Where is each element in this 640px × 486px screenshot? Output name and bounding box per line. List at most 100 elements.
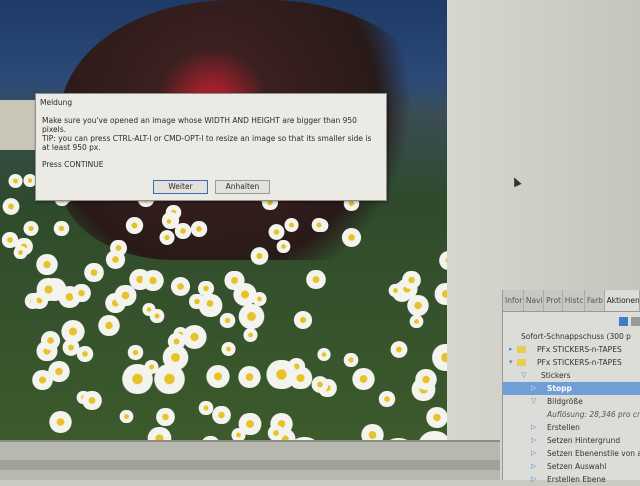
daisy-flower: [414, 430, 447, 440]
daisy-flower: [275, 239, 292, 254]
daisy-flower: [248, 247, 271, 265]
continue-button[interactable]: Weiter: [153, 180, 208, 194]
daisy-flower: [413, 368, 440, 390]
daisy-flower: [408, 315, 425, 329]
expanded-arrow-icon[interactable]: ▾: [509, 356, 513, 369]
daisy-flower: [125, 344, 145, 361]
daisy-flower: [139, 269, 166, 291]
action-step[interactable]: ▷ Erstellen: [503, 421, 640, 434]
action-set[interactable]: ▾ PFx STICKERS-n-TAPES: [503, 356, 640, 369]
daisy-flower: [429, 344, 447, 372]
daisy-flower: [173, 222, 193, 239]
daisy-flower: [123, 216, 146, 234]
daisy-flower: [159, 344, 191, 370]
daisy-flower: [235, 365, 264, 388]
tab-histogram[interactable]: Histc: [563, 290, 585, 311]
daisy-flower: [21, 220, 41, 236]
daisy-flower: [230, 283, 260, 307]
action-label: Sofort-Schnappschuss (300 p: [521, 332, 631, 341]
photo-image: [0, 0, 447, 440]
daisy-flower: [436, 250, 447, 271]
daisy-flower: [349, 367, 378, 390]
step-label: Bildgröße: [547, 397, 583, 406]
action-item[interactable]: Sofort-Schnappschuss (300 p: [503, 330, 640, 343]
collapsed-arrow-icon[interactable]: ▷: [531, 421, 536, 434]
step-detail: Auflösung: 28,346 pro cm: [503, 408, 640, 421]
daisy-flower: [153, 407, 177, 426]
daisy-flower: [58, 319, 88, 343]
daisy-flower: [108, 239, 130, 257]
daisy-flower: [96, 315, 123, 336]
action-set-label: PFx STICKERS-n-TAPES: [537, 345, 622, 354]
step-detail-label: Auflösung: 28,346 pro cm: [547, 410, 640, 419]
step-label: Setzen Hintergrund: [547, 436, 621, 445]
daisy-flower: [168, 277, 192, 296]
daisy-flower: [112, 284, 140, 307]
panel-menu-icon[interactable]: [631, 317, 640, 326]
collapsed-arrow-icon[interactable]: ▷: [531, 382, 536, 395]
daisy-flower: [358, 424, 387, 440]
horizontal-scrollbar[interactable]: [0, 460, 500, 470]
daisy-flower: [145, 427, 174, 440]
step-label: Setzen Ebenenstile von akt: [547, 449, 640, 458]
action-set[interactable]: ▸ PFx STICKERS-n-TAPES: [503, 343, 640, 356]
actions-panel: Infor Navi Prot Histc Farb Aktionen Sofo…: [502, 290, 640, 484]
daisy-flower: [140, 303, 158, 317]
stop-button[interactable]: Anhalten: [215, 180, 270, 194]
tab-actions[interactable]: Aktionen: [604, 290, 640, 311]
daisy-flower: [1, 198, 22, 215]
photo-wall: [0, 100, 40, 150]
panel-toolbar: [503, 312, 640, 330]
daisy-flower: [33, 277, 63, 301]
daisy-flower: [82, 262, 106, 282]
daisy-flower: [217, 312, 237, 328]
dialog-title: Meldung: [40, 98, 73, 107]
daisy-flower: [423, 407, 447, 429]
daisy-flower: [342, 353, 361, 368]
tab-protocol[interactable]: Prot: [544, 290, 563, 311]
daisy-flower: [75, 346, 96, 363]
daisy-flower: [12, 245, 29, 260]
daisy-flower: [157, 230, 177, 245]
action-step[interactable]: ▽ Bildgröße: [503, 395, 640, 408]
collapsed-arrow-icon[interactable]: ▷: [531, 460, 536, 473]
dialog-message: Make sure you've opened an image whose W…: [42, 116, 357, 134]
tab-navigator[interactable]: Navi: [524, 290, 545, 311]
daisy-flower: [241, 328, 259, 342]
collapsed-arrow-icon[interactable]: ▸: [509, 343, 513, 356]
expanded-arrow-icon[interactable]: ▽: [521, 369, 526, 382]
daisy-flower: [69, 284, 93, 303]
bottom-scroll-area: [0, 440, 500, 480]
daisy-flower: [118, 409, 135, 424]
tab-color[interactable]: Farb: [585, 290, 605, 311]
action-item[interactable]: ▽ Stickers: [503, 369, 640, 382]
stop-record-icon[interactable]: [619, 317, 628, 326]
step-label: Erstellen: [547, 423, 580, 432]
collapsed-arrow-icon[interactable]: ▷: [531, 434, 536, 447]
step-label: Stopp: [547, 384, 572, 393]
panel-tabs: Infor Navi Prot Histc Farb Aktionen: [503, 290, 640, 312]
tab-info[interactable]: Infor: [503, 290, 524, 311]
daisy-flower: [29, 369, 55, 390]
daisy-flower: [161, 214, 178, 228]
message-dialog: Meldung Make sure you've opened an image…: [35, 93, 387, 201]
daisy-flower: [52, 221, 71, 236]
daisy-flower: [236, 304, 268, 330]
dialog-tip: TIP: you can press CTRL-ALT-I or CMD-OPT…: [42, 134, 372, 152]
daisy-flower: [46, 411, 74, 433]
action-step-selected[interactable]: ▷ Stopp: [503, 382, 640, 395]
daisy-flower: [203, 365, 233, 388]
daisy-flower: [266, 425, 287, 440]
action-step[interactable]: ▷ Setzen Auswahl: [503, 460, 640, 473]
daisy-flower: [143, 360, 160, 374]
collapsed-arrow-icon[interactable]: ▷: [531, 447, 536, 460]
daisy-flower: [34, 254, 60, 275]
expanded-arrow-icon[interactable]: ▽: [531, 395, 536, 408]
action-step[interactable]: ▷ Setzen Hintergrund: [503, 434, 640, 447]
daisy-flower: [266, 224, 287, 240]
daisy-flower: [0, 232, 20, 249]
daisy-flower: [388, 341, 410, 358]
action-step[interactable]: ▷ Setzen Ebenenstile von akt: [503, 447, 640, 460]
folder-icon: [517, 359, 526, 366]
daisy-flower: [291, 310, 315, 329]
